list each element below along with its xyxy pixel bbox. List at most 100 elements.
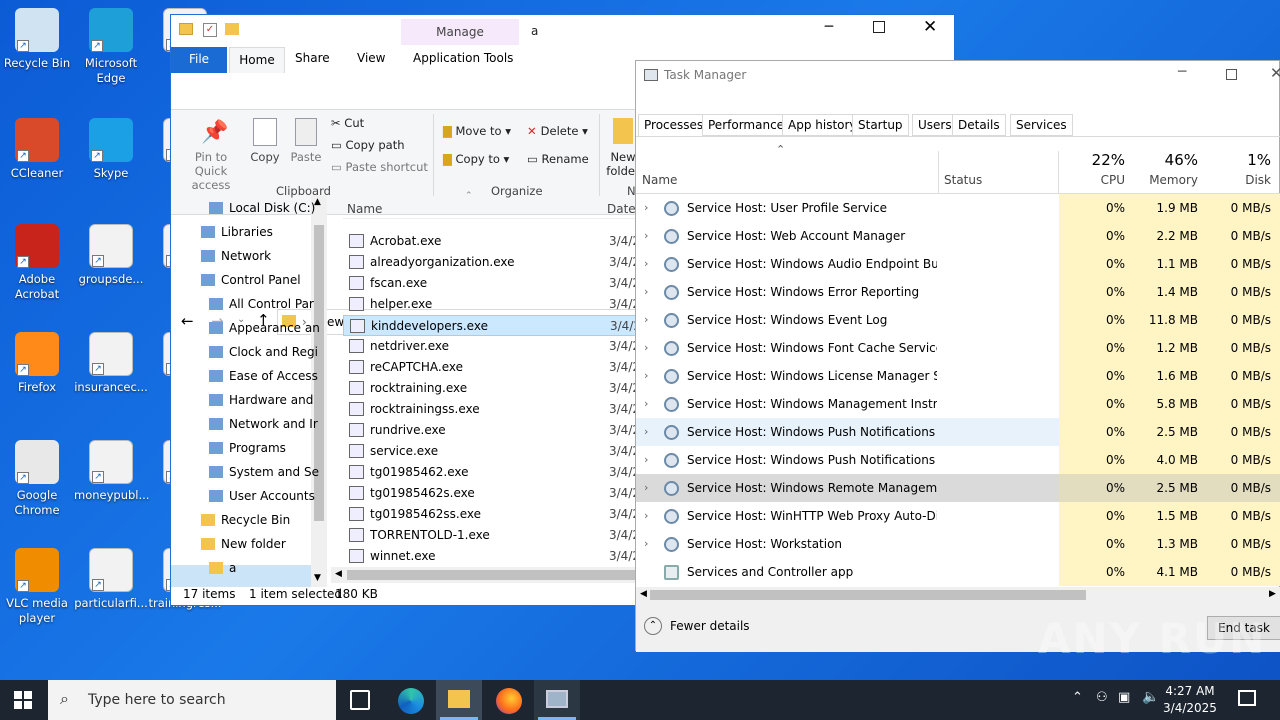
tree-item[interactable]: Control Panel <box>201 273 313 287</box>
close-icon[interactable]: ✕ <box>923 17 937 37</box>
file-row[interactable]: tg01985462.exe 3/4/2 <box>343 462 640 483</box>
scroll-left-icon[interactable]: ◀ <box>640 589 647 599</box>
file-row[interactable]: rocktrainingss.exe 3/4/2 <box>343 399 640 420</box>
column-name[interactable]: Name <box>347 202 382 216</box>
chevron-right-icon[interactable]: › <box>644 306 648 334</box>
tree-item[interactable]: Ease of Access <box>209 369 321 383</box>
file-row[interactable]: alreadyorganization.exe 3/4/2 <box>343 252 640 273</box>
process-row[interactable]: › Service Host: Windows Event Log 0% 11.8 M… <box>636 306 1280 334</box>
desktop-icon[interactable]: ↗ CCleaner <box>0 118 74 181</box>
tree-scrollbar[interactable]: ▲ ▼ <box>311 195 327 587</box>
chevron-right-icon[interactable]: › <box>644 250 648 278</box>
desktop-icon[interactable]: ↗ insurancec... <box>74 332 148 395</box>
desktop-icon[interactable]: ↗ Microsoft Edge <box>74 8 148 86</box>
chevron-right-icon[interactable]: › <box>644 390 648 418</box>
clock-date[interactable]: 3/4/2025 <box>1160 701 1220 715</box>
process-row[interactable]: › Service Host: Windows Remote Managemen.… <box>636 474 1280 502</box>
tree-item[interactable]: Network and Ir <box>209 417 321 431</box>
tm-tab[interactable]: Startup <box>852 114 909 136</box>
scroll-thumb[interactable] <box>650 590 1086 600</box>
chevron-up-icon[interactable]: ⌃ <box>1072 690 1083 705</box>
process-row[interactable]: › Service Host: WinHTTP Web Proxy Auto-Di… <box>636 502 1280 530</box>
column-disk[interactable]: Disk <box>1205 173 1280 187</box>
chevron-right-icon[interactable]: › <box>644 222 648 250</box>
minimize-icon[interactable]: ─ <box>819 19 839 35</box>
tree-item[interactable]: a <box>209 561 321 575</box>
chevron-right-icon[interactable]: › <box>644 446 648 474</box>
tm-tab[interactable]: Users <box>912 114 958 136</box>
tree-item[interactable]: Libraries <box>201 225 313 239</box>
tm-tab[interactable]: Services <box>1010 114 1073 136</box>
tree-item[interactable]: Clock and Regi <box>209 345 321 359</box>
file-row[interactable]: TORRENTOLD-1.exe 3/4/2 <box>343 525 640 546</box>
move-to-button[interactable]: ▇ Move to ▾ <box>443 124 511 138</box>
task-view-icon[interactable] <box>350 690 370 710</box>
chevron-up-icon[interactable]: ⌃ <box>644 617 662 635</box>
chevron-right-icon[interactable]: › <box>644 530 648 558</box>
chevron-right-icon[interactable]: › <box>644 502 648 530</box>
rename-button[interactable]: ▭ Rename <box>527 152 589 166</box>
process-row[interactable]: › Service Host: Windows Management Instru… <box>636 390 1280 418</box>
desktop-icon[interactable]: ↗ Firefox <box>0 332 74 395</box>
tree-item[interactable]: Appearance an <box>209 321 321 335</box>
maximize-icon[interactable] <box>1226 69 1237 80</box>
tm-tab[interactable]: App history <box>782 114 863 136</box>
process-row[interactable]: › Service Host: Web Account Manager 0% 2.2 … <box>636 222 1280 250</box>
wifi-icon[interactable]: ▣ <box>1118 690 1130 705</box>
file-row[interactable]: tg01985462s.exe 3/4/2 <box>343 483 640 504</box>
copy-to-button[interactable]: ▇ Copy to ▾ <box>443 152 509 166</box>
process-row[interactable]: › Service Host: Windows Push Notification… <box>636 446 1280 474</box>
process-row[interactable]: › Service Host: User Profile Service 0% 1.9… <box>636 194 1280 222</box>
h-scrollbar[interactable]: ◀ <box>331 567 641 583</box>
file-row[interactable]: tg01985462ss.exe 3/4/2 <box>343 504 640 525</box>
desktop-icon[interactable]: ↗ Google Chrome <box>0 440 74 518</box>
h-scrollbar[interactable]: ◀ ▶ <box>636 587 1280 603</box>
manage-context-tab[interactable]: Manage <box>401 19 519 45</box>
file-row[interactable]: helper.exe 3/4/2 <box>343 294 640 315</box>
file-row[interactable]: rocktraining.exe 3/4/2 <box>343 378 640 399</box>
desktop-icon[interactable]: ↗ Recycle Bin <box>0 8 74 71</box>
paste-shortcut-button[interactable]: ▭ Paste shortcut <box>331 160 428 174</box>
column-date[interactable]: Date <box>607 202 636 216</box>
desktop-icon[interactable]: ↗ particularfi... <box>74 548 148 611</box>
column-status[interactable]: Status <box>944 173 982 187</box>
chevron-right-icon[interactable]: › <box>644 278 648 306</box>
file-row[interactable]: reCAPTCHA.exe 3/4/2 <box>343 357 640 378</box>
tm-tab[interactable]: Performance <box>702 114 791 136</box>
firefox-taskbar-icon[interactable] <box>496 688 522 714</box>
chevron-right-icon[interactable]: › <box>644 194 648 222</box>
desktop-icon[interactable]: ↗ Adobe Acrobat <box>0 224 74 302</box>
search-box[interactable]: ⌕ Type here to search <box>48 680 336 720</box>
close-icon[interactable]: ✕ <box>1270 64 1280 82</box>
cut-button[interactable]: ✂ Cut <box>331 116 364 130</box>
process-row[interactable]: › Service Host: Windows License Manager S… <box>636 362 1280 390</box>
process-row[interactable]: › Service Host: Windows Audio Endpoint Bu… <box>636 250 1280 278</box>
tree-item[interactable]: User Accounts <box>209 489 321 503</box>
tree-item[interactable]: Programs <box>209 441 321 455</box>
copy-button[interactable]: Copy <box>247 150 283 164</box>
tree-item[interactable]: Recycle Bin <box>201 513 313 527</box>
file-row[interactable]: kinddevelopers.exe 3/4/2 <box>343 315 641 336</box>
volume-icon[interactable]: 🔈 <box>1142 689 1159 705</box>
clock-time[interactable]: 4:27 AM <box>1160 684 1220 698</box>
scroll-right-icon[interactable]: ▶ <box>1269 589 1276 599</box>
explorer-taskbar-button[interactable] <box>436 680 482 720</box>
copy-path-button[interactable]: ▭ Copy path <box>331 138 405 152</box>
tab-application-tools[interactable]: Application Tools <box>413 51 513 65</box>
notifications-icon[interactable] <box>1238 690 1256 706</box>
tab-view[interactable]: View <box>357 51 385 65</box>
delete-button[interactable]: ✕ Delete ▾ <box>527 124 588 138</box>
edge-taskbar-icon[interactable] <box>398 688 424 714</box>
process-row[interactable]: › Service Host: Windows Error Reporting 0%… <box>636 278 1280 306</box>
network-icon[interactable]: ⚇ <box>1096 690 1108 705</box>
tree-item[interactable]: Hardware and <box>209 393 321 407</box>
tm-tab[interactable]: Processes <box>638 114 710 137</box>
minimize-icon[interactable]: ─ <box>1178 64 1186 80</box>
file-row[interactable]: service.exe 3/4/2 <box>343 441 640 462</box>
file-row[interactable]: Acrobat.exe 3/4/2 <box>343 231 640 252</box>
maximize-icon[interactable] <box>873 21 885 33</box>
column-memory[interactable]: Memory <box>1132 173 1205 187</box>
tm-tab[interactable]: Details <box>952 114 1006 136</box>
scroll-thumb[interactable] <box>347 570 641 580</box>
tree-item[interactable]: All Control Par <box>209 297 321 311</box>
